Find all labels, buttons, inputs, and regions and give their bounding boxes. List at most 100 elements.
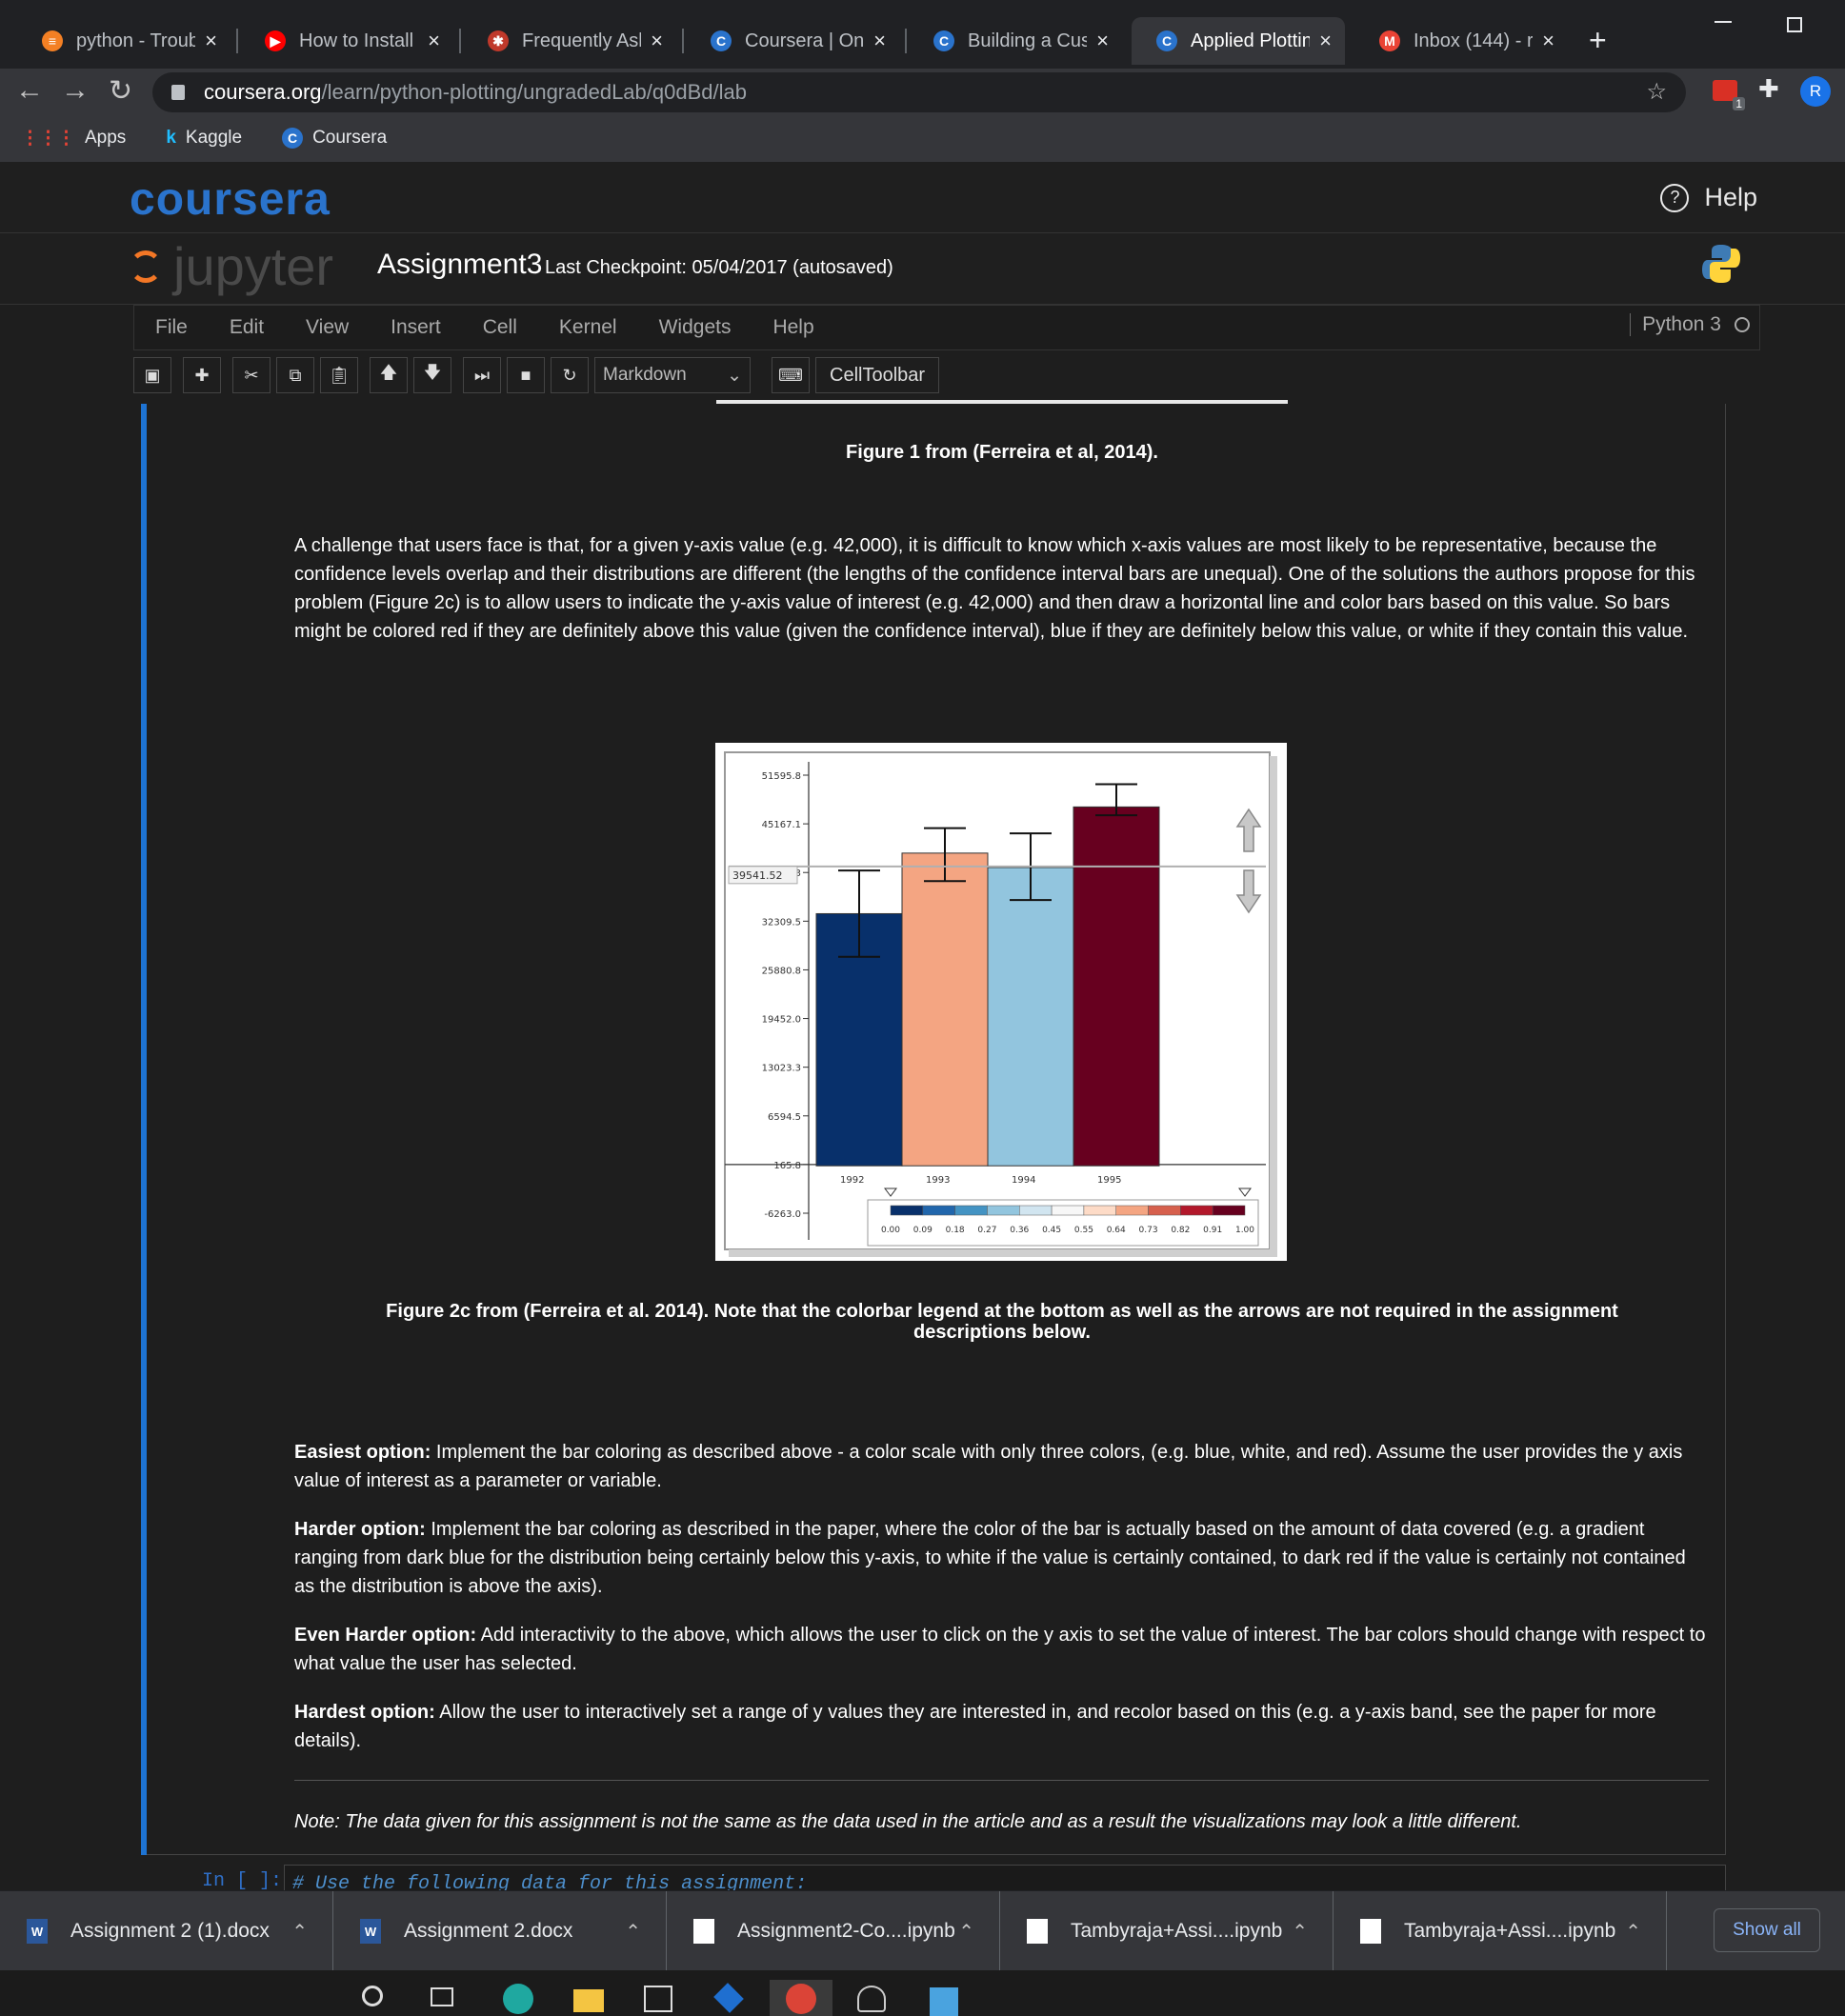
browser-tab[interactable]: C Coursera | Online × xyxy=(686,17,899,65)
insert-cell-button[interactable]: ✚ xyxy=(183,357,221,393)
paste-icon: 📋︎ xyxy=(328,365,351,385)
forward-icon[interactable]: → xyxy=(61,74,90,107)
chrome-icon[interactable] xyxy=(770,1980,832,2016)
jupyter-logo[interactable]: jupyter xyxy=(130,235,333,297)
paste-button[interactable]: 📋︎ xyxy=(320,357,358,393)
browser-tab[interactable]: C Building a Custon × xyxy=(909,17,1122,65)
profile-avatar[interactable]: R xyxy=(1800,76,1831,107)
bookmark-coursera[interactable]: C Coursera xyxy=(282,128,387,149)
word-doc-icon: W xyxy=(27,1919,48,1944)
cell-type-select[interactable]: Markdown ⌄ xyxy=(594,357,751,393)
minimize-icon[interactable] xyxy=(1715,21,1732,23)
download-item[interactable]: Tambyraja+Assi....ipynb ⌃ xyxy=(1000,1891,1334,1971)
store-icon[interactable] xyxy=(644,1986,672,2012)
coursera-favicon-icon: C xyxy=(1156,30,1177,51)
menu-view[interactable]: View xyxy=(306,316,349,339)
kernel-indicator[interactable]: Python 3 xyxy=(1630,313,1750,336)
app-icon[interactable] xyxy=(930,1987,958,2016)
menu-edit[interactable]: Edit xyxy=(230,316,264,339)
search-icon[interactable] xyxy=(362,1986,383,2006)
address-bar[interactable]: coursera.org /learn/python-plotting/ungr… xyxy=(152,72,1686,112)
tab-title: Inbox (144) - rtan xyxy=(1414,30,1534,51)
cut-button[interactable]: ✂ xyxy=(232,357,271,393)
download-name: Tambyraja+Assi....ipynb xyxy=(1404,1920,1616,1942)
close-tab-icon[interactable]: × xyxy=(651,29,663,53)
browser-tab[interactable]: ▶ How to Install Par × xyxy=(240,17,453,65)
option-label: Easiest option: xyxy=(294,1442,431,1463)
option-harder: Harder option: Implement the bar colorin… xyxy=(294,1515,1709,1601)
chevron-up-icon[interactable]: ⌃ xyxy=(625,1920,641,1944)
move-up-button[interactable]: 🡅 xyxy=(370,357,408,393)
download-item[interactable]: W Assignment 2 (1).docx ⌃ xyxy=(0,1891,333,1971)
y-tick-label: 45167.1 xyxy=(762,820,801,830)
close-tab-icon[interactable]: × xyxy=(873,29,886,53)
menu-cell[interactable]: Cell xyxy=(483,316,517,339)
close-tab-icon[interactable]: × xyxy=(205,29,217,53)
edge-icon[interactable] xyxy=(503,1984,533,2014)
save-button[interactable]: ▣ xyxy=(133,357,171,393)
bookmark-apps[interactable]: ⋮⋮⋮ Apps xyxy=(21,128,126,150)
coursera-header: coursera ? Help xyxy=(0,162,1845,233)
folder-icon[interactable] xyxy=(573,1989,604,2012)
task-view-icon[interactable] xyxy=(431,1987,453,2006)
figure2c-image: 51595.845167.138738.332309.525880.819452… xyxy=(715,743,1287,1261)
help-button[interactable]: ? Help xyxy=(1660,183,1757,212)
intro-paragraph: A challenge that users face is that, for… xyxy=(294,535,1695,642)
coursera-logo[interactable]: coursera xyxy=(130,173,331,226)
close-tab-icon[interactable]: × xyxy=(428,29,440,53)
menu-insert[interactable]: Insert xyxy=(391,316,441,339)
chevron-up-icon[interactable]: ⌃ xyxy=(1292,1920,1308,1944)
bookmark-star-icon[interactable]: ☆ xyxy=(1646,78,1667,106)
close-tab-icon[interactable]: × xyxy=(1542,29,1554,53)
download-item[interactable]: W Assignment 2.docx ⌃ xyxy=(333,1891,667,1971)
menu-widgets[interactable]: Widgets xyxy=(659,316,732,339)
browser-tab[interactable]: ✱ Frequently Asked × xyxy=(463,17,676,65)
command-palette-button[interactable]: ⌨ xyxy=(772,357,810,393)
chevron-up-icon[interactable]: ⌃ xyxy=(958,1920,974,1944)
code-cell[interactable]: In [ ]: # Use the following data for thi… xyxy=(141,1865,1726,1903)
move-down-button[interactable]: 🡇 xyxy=(413,357,451,393)
bar-chart: 51595.845167.138738.332309.525880.819452… xyxy=(724,751,1277,1257)
app-icon[interactable] xyxy=(857,1986,886,2012)
menu-kernel[interactable]: Kernel xyxy=(559,316,617,339)
back-icon[interactable]: ← xyxy=(15,74,44,107)
browser-tab[interactable]: ≡ python - Trouble × xyxy=(17,17,231,65)
python-logo-icon xyxy=(1702,245,1740,283)
figure2c-caption: Figure 2c from (Ferreira et al. 2014). N… xyxy=(386,1301,1618,1343)
menu-help[interactable]: Help xyxy=(772,316,813,339)
reload-icon[interactable]: ↻ xyxy=(109,74,132,108)
chevron-up-icon[interactable]: ⌃ xyxy=(1625,1920,1641,1944)
download-item[interactable]: Tambyraja+Assi....ipynb ⌃ xyxy=(1334,1891,1667,1971)
tab-title: Frequently Asked xyxy=(522,30,641,51)
browser-tab[interactable]: C Applied Plotting, × xyxy=(1132,17,1345,65)
extension-badge-icon[interactable]: 1 xyxy=(1713,80,1745,110)
chevron-up-icon[interactable]: ⌃ xyxy=(291,1920,308,1944)
bar-1994 xyxy=(987,867,1074,1167)
download-item[interactable]: Assignment2-Co....ipynb ⌃ xyxy=(667,1891,1000,1971)
copy-button[interactable]: ⧉ xyxy=(276,357,314,393)
x-tick-label: 1995 xyxy=(1097,1175,1121,1186)
kernel-name: Python 3 xyxy=(1642,313,1721,335)
colorbar-tick-label: 0.09 xyxy=(913,1226,933,1235)
app-icon[interactable] xyxy=(713,1983,744,2013)
interrupt-button[interactable]: ■ xyxy=(507,357,545,393)
maximize-icon[interactable] xyxy=(1787,17,1802,32)
restart-button[interactable]: ↻ xyxy=(551,357,589,393)
new-tab-button[interactable]: + xyxy=(1589,23,1607,58)
download-name: Assignment 2.docx xyxy=(404,1920,573,1942)
run-button[interactable]: ⏭ xyxy=(463,357,501,393)
close-tab-icon[interactable]: × xyxy=(1096,29,1109,53)
bookmark-kaggle[interactable]: k Kaggle xyxy=(166,128,242,149)
x-tick-label: 1993 xyxy=(926,1175,950,1186)
browser-tab[interactable]: M Inbox (144) - rtan × xyxy=(1354,17,1568,65)
close-tab-icon[interactable]: × xyxy=(1319,29,1332,53)
notebook-name[interactable]: Assignment3 xyxy=(377,249,542,281)
tab-separator xyxy=(905,29,907,53)
cell-toolbar-button[interactable]: CellToolbar xyxy=(815,357,940,393)
show-all-button[interactable]: Show all xyxy=(1714,1908,1820,1952)
menu-file[interactable]: File xyxy=(155,316,188,339)
gear-favicon-icon: ✱ xyxy=(488,30,509,51)
extension-badge-count: 1 xyxy=(1733,97,1745,110)
tab-separator xyxy=(459,29,461,53)
extensions-puzzle-icon[interactable]: ✚ xyxy=(1758,74,1779,104)
